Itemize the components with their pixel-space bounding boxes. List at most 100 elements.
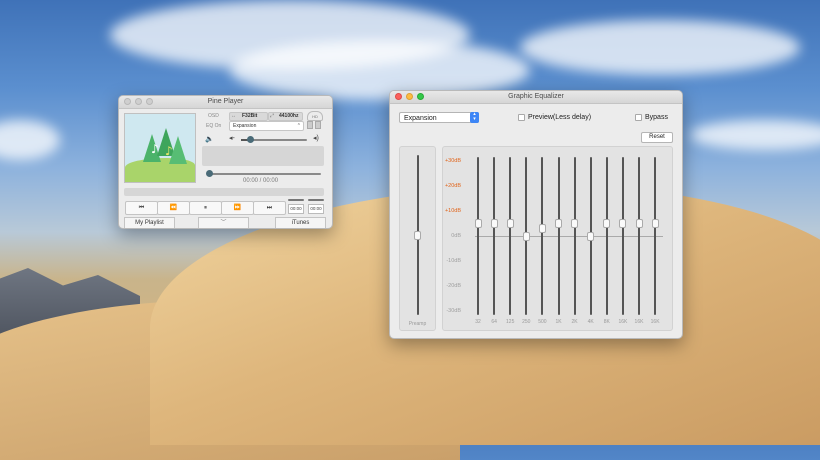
- band-slider-track[interactable]: [509, 157, 512, 315]
- band-slider-knob[interactable]: [603, 219, 611, 228]
- pause-icon: ⏸: [203, 205, 207, 211]
- band-slider-track[interactable]: [573, 157, 576, 315]
- band-slider-knob[interactable]: [506, 219, 514, 228]
- band-slider-knob[interactable]: [490, 219, 498, 228]
- seek-slider[interactable]: [206, 170, 321, 177]
- preamp-label: Preamp: [408, 321, 427, 327]
- db-label: -30dB: [446, 308, 461, 314]
- band-slider-knob[interactable]: [619, 219, 627, 228]
- minimize-button[interactable]: [406, 93, 413, 100]
- fast-forward-button[interactable]: ⏩: [221, 201, 254, 215]
- db-label: 0dB: [451, 233, 461, 239]
- hd-icon: HD: [307, 111, 323, 121]
- band-slider-knob[interactable]: [587, 231, 595, 241]
- db-label: +10dB: [444, 208, 461, 214]
- eq-settings-button[interactable]: [307, 121, 313, 129]
- band-slider-knob[interactable]: [474, 219, 482, 228]
- rewind-button[interactable]: ⏪: [157, 201, 190, 215]
- ab-repeat-b[interactable]: 00:00: [308, 199, 324, 215]
- reset-button[interactable]: Reset: [641, 132, 673, 143]
- volume-up-icon[interactable]: ◂): [313, 134, 319, 142]
- eq-preset-value: Expansion: [404, 115, 437, 122]
- band-slider-knob[interactable]: [522, 231, 530, 241]
- band-frequency-label: 16K: [618, 319, 628, 325]
- fast-forward-icon: ⏩: [233, 205, 242, 211]
- preview-checkbox[interactable]: Preview(Less delay): [518, 114, 591, 121]
- bypass-checkbox[interactable]: Bypass: [635, 114, 668, 121]
- db-label: +20dB: [444, 183, 461, 189]
- time-display: 00:00 / 00:00: [243, 178, 279, 184]
- band-frequency-label: 2K: [571, 319, 578, 325]
- pine-player-window: Pine Player ♪ ♪ OSD ↔ F32Bit ⤢ 44100hz H…: [118, 95, 333, 229]
- window-controls[interactable]: [395, 93, 424, 100]
- window-controls[interactable]: [124, 98, 153, 105]
- preview-checkbox-box[interactable]: [518, 114, 525, 121]
- chevron-updown-icon: ⌃: [296, 123, 301, 129]
- zoom-button[interactable]: [417, 93, 424, 100]
- eq-preset-value: Expansion: [233, 123, 257, 129]
- band-slider-track[interactable]: [638, 157, 640, 315]
- band-frequency-label: 32: [475, 319, 481, 325]
- previous-track-button[interactable]: ⏮: [125, 201, 158, 215]
- close-button[interactable]: [124, 98, 131, 105]
- bypass-checkbox-box[interactable]: [635, 114, 642, 121]
- time-b: 00:00: [308, 204, 324, 214]
- expand-toggle[interactable]: ﹀: [198, 217, 249, 228]
- next-track-button[interactable]: ⏭: [253, 201, 286, 215]
- volume-knob[interactable]: [247, 136, 254, 143]
- eq-titlebar[interactable]: Graphic Equalizer: [390, 91, 682, 104]
- pause-button[interactable]: ⏸: [189, 201, 222, 215]
- osd-label: OSD: [208, 113, 219, 119]
- db-label: -20dB: [446, 283, 461, 289]
- band-slider-knob[interactable]: [635, 219, 643, 228]
- band-frequency-label: 64: [491, 319, 497, 325]
- band-slider-knob[interactable]: [555, 219, 562, 228]
- band-frequency-label: 4K: [587, 319, 594, 325]
- band-slider-knob[interactable]: [651, 219, 659, 228]
- time-a: 00:00: [288, 204, 304, 214]
- album-art: ♪ ♪: [124, 113, 196, 183]
- band-frequency-label: 16K: [650, 319, 660, 325]
- rewind-icon: ⏪: [169, 205, 178, 211]
- band-frequency-label: 16K: [634, 319, 644, 325]
- preamp-knob[interactable]: [414, 231, 421, 240]
- chevron-updown-icon: ▴ ▾: [470, 112, 479, 123]
- band-slider-knob[interactable]: [538, 224, 546, 233]
- band-frequency-label: 250: [522, 319, 531, 325]
- ab-repeat-a[interactable]: 00:00: [288, 199, 304, 215]
- player-titlebar[interactable]: Pine Player: [119, 96, 332, 109]
- format-value: F32Bit: [242, 113, 258, 119]
- seek-knob[interactable]: [206, 170, 213, 177]
- tab-my-playlist[interactable]: My Playlist: [124, 217, 175, 228]
- bypass-label: Bypass: [645, 114, 668, 121]
- minimize-button[interactable]: [135, 98, 142, 105]
- band-slider-knob[interactable]: [571, 219, 579, 228]
- band-slider-track[interactable]: [654, 157, 657, 315]
- samplerate-field: ⤢ 44100hz: [268, 112, 303, 121]
- eq-toggle-button[interactable]: [315, 121, 321, 129]
- band-slider-track[interactable]: [621, 157, 624, 315]
- eq-on-label: EQ On: [206, 123, 222, 129]
- band-slider-track[interactable]: [605, 157, 608, 315]
- close-button[interactable]: [395, 93, 402, 100]
- zoom-button[interactable]: [146, 98, 153, 105]
- band-slider-track[interactable]: [557, 157, 560, 315]
- eq-preset-dropdown[interactable]: Expansion ▴ ▾: [399, 112, 479, 123]
- eq-title: Graphic Equalizer: [508, 93, 564, 100]
- band-frequency-label: 1K: [555, 319, 562, 325]
- band-slider-track[interactable]: [493, 157, 496, 315]
- volume-down-icon[interactable]: ◂-: [229, 134, 235, 142]
- volume-slider[interactable]: [241, 136, 307, 143]
- tab-itunes[interactable]: iTunes: [275, 217, 326, 228]
- band-slider-track[interactable]: [477, 157, 479, 315]
- db-label: -10dB: [446, 258, 461, 264]
- preamp-panel: Preamp: [399, 146, 436, 331]
- samplerate-value: 44100hz: [279, 113, 299, 119]
- preview-label: Preview(Less delay): [528, 114, 592, 121]
- track-info-panel: [202, 146, 324, 166]
- format-field: ↔ F32Bit: [229, 112, 268, 121]
- eq-preset-select[interactable]: Expansion ⌃: [229, 121, 304, 131]
- band-frequency-label: 500: [538, 319, 547, 325]
- eq-bands-panel: +30dB +20dB +10dB 0dB -10dB -20dB -30dB 32 64 125…: [442, 146, 673, 331]
- skip-back-icon: ⏮: [138, 205, 145, 211]
